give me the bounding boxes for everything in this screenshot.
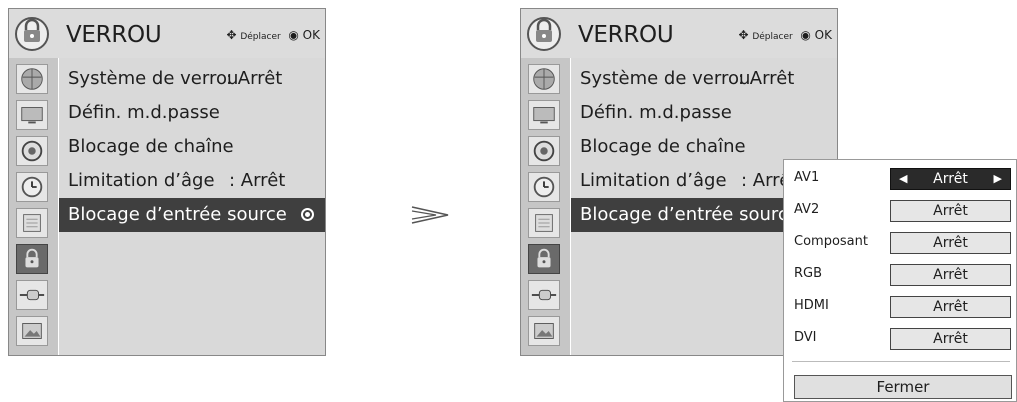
menu-item-label: Défin. m.d.passe	[68, 102, 220, 123]
lock-icon[interactable]	[16, 244, 48, 274]
menu-item-label: Blocage d’entrée source	[580, 204, 799, 225]
input-value: Arrêt	[933, 267, 968, 283]
input-row-hdmi[interactable]: HDMI Arrêt	[784, 292, 1017, 320]
plug-icon[interactable]	[528, 280, 560, 310]
menu-item-set-password[interactable]: Défin. m.d.passe	[571, 96, 838, 130]
input-value: Arrêt	[933, 171, 968, 187]
title-bar: VERROU ✥ Déplacer ◉ OK	[520, 8, 838, 58]
input-row-av1[interactable]: AV1 ◀ Arrêt ▶	[784, 164, 1017, 192]
right-arrow-icon[interactable]: ▶	[994, 169, 1002, 189]
input-value: Arrêt	[933, 235, 968, 251]
input-label: RGB	[794, 266, 823, 281]
menu-icon-column	[520, 58, 570, 356]
input-row-av2[interactable]: AV2 Arrêt	[784, 196, 1017, 224]
menu-icon-column	[8, 58, 58, 356]
input-value: Arrêt	[933, 299, 968, 315]
radio-select-icon	[301, 208, 314, 221]
input-value: Arrêt	[933, 331, 968, 347]
menu-item-label: Blocage de chaîne	[68, 136, 234, 157]
menu-item-block-channel[interactable]: Blocage de chaîne	[59, 130, 326, 164]
ok-button-icon: ◉	[800, 28, 811, 42]
calendar-icon[interactable]	[16, 208, 48, 238]
picture-icon[interactable]	[528, 316, 560, 346]
input-value-selector[interactable]: Arrêt	[890, 232, 1011, 254]
menu-item-age-limit[interactable]: Limitation d’âge : Arrêt	[59, 164, 326, 198]
menu-item-value: : Arrêt	[226, 68, 283, 89]
next-step-arrow-icon	[411, 206, 449, 224]
input-label: HDMI	[794, 298, 829, 313]
input-value-selector[interactable]: ◀ Arrêt ▶	[890, 168, 1011, 190]
input-row-rgb[interactable]: RGB Arrêt	[784, 260, 1017, 288]
input-value: Arrêt	[933, 203, 968, 219]
menu-item-label: Blocage d’entrée source	[68, 204, 287, 225]
input-label: Composant	[794, 234, 868, 249]
input-value-selector[interactable]: Arrêt	[890, 200, 1011, 222]
help-bar: ✥ Déplacer ◉ OK	[738, 28, 832, 42]
menu-item-input-block[interactable]: Blocage d’entrée source	[59, 198, 326, 232]
menu-item-label: Système de verrou	[68, 68, 239, 89]
input-row-component[interactable]: Composant Arrêt	[784, 228, 1017, 256]
calendar-icon[interactable]	[528, 208, 560, 238]
lock-menu-title-icon	[14, 14, 50, 52]
move-arrows-icon: ✥	[226, 28, 237, 42]
help-ok-label: OK	[814, 28, 832, 42]
input-label: AV2	[794, 202, 820, 217]
globe-icon[interactable]	[16, 64, 48, 94]
ok-button-icon: ◉	[288, 28, 299, 42]
menu-title: VERROU	[578, 22, 674, 48]
menu-item-label: Blocage de chaîne	[580, 136, 746, 157]
menu-item-label: Système de verrou	[580, 68, 751, 89]
menu-item-label: Défin. m.d.passe	[580, 102, 732, 123]
input-value-selector[interactable]: Arrêt	[890, 296, 1011, 318]
menu-item-set-password[interactable]: Défin. m.d.passe	[59, 96, 326, 130]
globe-icon[interactable]	[528, 64, 560, 94]
picture-icon[interactable]	[16, 316, 48, 346]
close-button[interactable]: Fermer	[794, 375, 1012, 399]
help-ok-label: OK	[302, 28, 320, 42]
menu-item-lock-system[interactable]: Système de verrou : Arrêt	[571, 62, 838, 96]
menu-item-lock-system[interactable]: Système de verrou : Arrêt	[59, 62, 326, 96]
help-bar: ✥ Déplacer ◉ OK	[226, 28, 320, 42]
help-move-label: Déplacer	[240, 32, 281, 42]
menu-item-value: : Arrêt	[738, 68, 795, 89]
menu-item-label: Limitation d’âge	[580, 170, 727, 191]
input-block-popup: AV1 ◀ Arrêt ▶ AV2 Arrêt Composant Arrêt …	[783, 159, 1017, 402]
input-label: DVI	[794, 330, 817, 345]
menu-panel-before: VERROU ✥ Déplacer ◉ OK Système de verrou…	[8, 8, 326, 356]
help-move-label: Déplacer	[752, 32, 793, 42]
input-label: AV1	[794, 170, 820, 185]
clock-icon[interactable]	[16, 172, 48, 202]
speaker-icon[interactable]	[16, 136, 48, 166]
clock-icon[interactable]	[528, 172, 560, 202]
lock-menu-title-icon	[526, 14, 562, 52]
monitor-icon[interactable]	[528, 100, 560, 130]
left-arrow-icon[interactable]: ◀	[899, 169, 907, 189]
plug-icon[interactable]	[16, 280, 48, 310]
input-row-dvi[interactable]: DVI Arrêt	[784, 324, 1017, 352]
input-value-selector[interactable]: Arrêt	[890, 264, 1011, 286]
input-value-selector[interactable]: Arrêt	[890, 328, 1011, 350]
menu-list: Système de verrou : Arrêt Défin. m.d.pas…	[59, 58, 326, 356]
title-bar: VERROU ✥ Déplacer ◉ OK	[8, 8, 326, 58]
monitor-icon[interactable]	[16, 100, 48, 130]
divider	[792, 361, 1010, 362]
menu-title: VERROU	[66, 22, 162, 48]
menu-item-label: Limitation d’âge	[68, 170, 215, 191]
speaker-icon[interactable]	[528, 136, 560, 166]
menu-item-value: : Arrêt	[229, 170, 286, 191]
move-arrows-icon: ✥	[738, 28, 749, 42]
lock-icon[interactable]	[528, 244, 560, 274]
